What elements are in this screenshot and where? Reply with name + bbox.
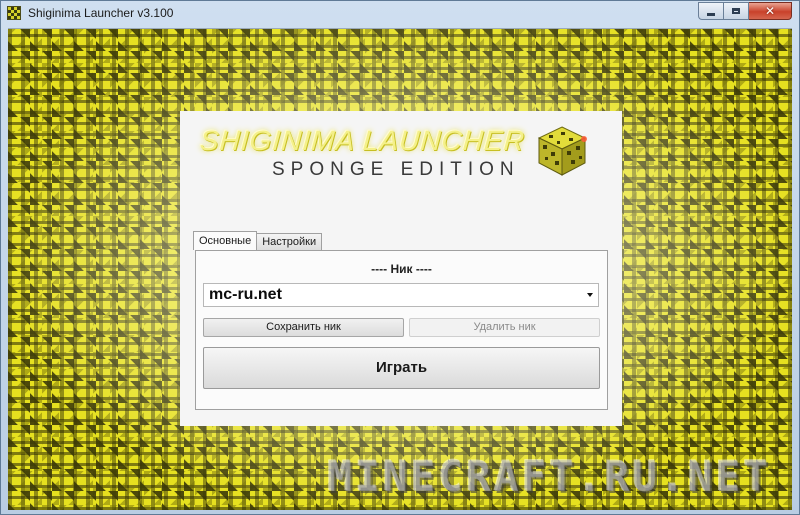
nick-combobox[interactable]: mc-ru.net [203, 283, 599, 307]
sponge-block-icon [7, 6, 21, 20]
window-title: Shiginima Launcher v3.100 [28, 6, 174, 20]
tab-content-main: ---- Ник ---- mc-ru.net Сохранить ник Уд… [195, 250, 608, 410]
save-nick-button[interactable]: Сохранить ник [203, 318, 404, 337]
minimize-icon [707, 12, 715, 16]
close-icon: ✕ [764, 4, 776, 18]
logo-subtitle: SPONGE EDITION [272, 159, 520, 180]
minimize-button[interactable] [698, 2, 724, 20]
logo-title: SHIGINIMA LAUNCHER [198, 125, 527, 156]
sponge-cube-icon [537, 126, 587, 176]
delete-nick-button[interactable]: Удалить ник [409, 318, 600, 337]
launcher-panel: SHIGINIMA LAUNCHER SPONGE EDITION Основн… [180, 111, 622, 426]
tab-main[interactable]: Основные [193, 231, 258, 250]
sponge-background: SHIGINIMA LAUNCHER SPONGE EDITION Основн… [8, 28, 792, 510]
maximize-icon [732, 8, 740, 14]
launcher-window: Shiginima Launcher v3.100 ✕ SHIGINIMA LA… [0, 0, 800, 515]
title-bar[interactable]: Shiginima Launcher v3.100 ✕ [1, 1, 799, 27]
close-button[interactable]: ✕ [749, 2, 792, 20]
nick-value: mc-ru.net [209, 286, 282, 303]
chevron-down-icon[interactable] [587, 293, 593, 297]
play-button[interactable]: Играть [203, 347, 600, 389]
window-controls: ✕ [698, 2, 792, 21]
maximize-button[interactable] [724, 2, 749, 20]
tab-strip: Основные Настройки [193, 231, 323, 251]
watermark: MINECRAFT.RU.NET [327, 452, 772, 501]
tab-settings[interactable]: Настройки [256, 233, 323, 250]
nick-heading: ---- Ник ---- [371, 262, 432, 276]
